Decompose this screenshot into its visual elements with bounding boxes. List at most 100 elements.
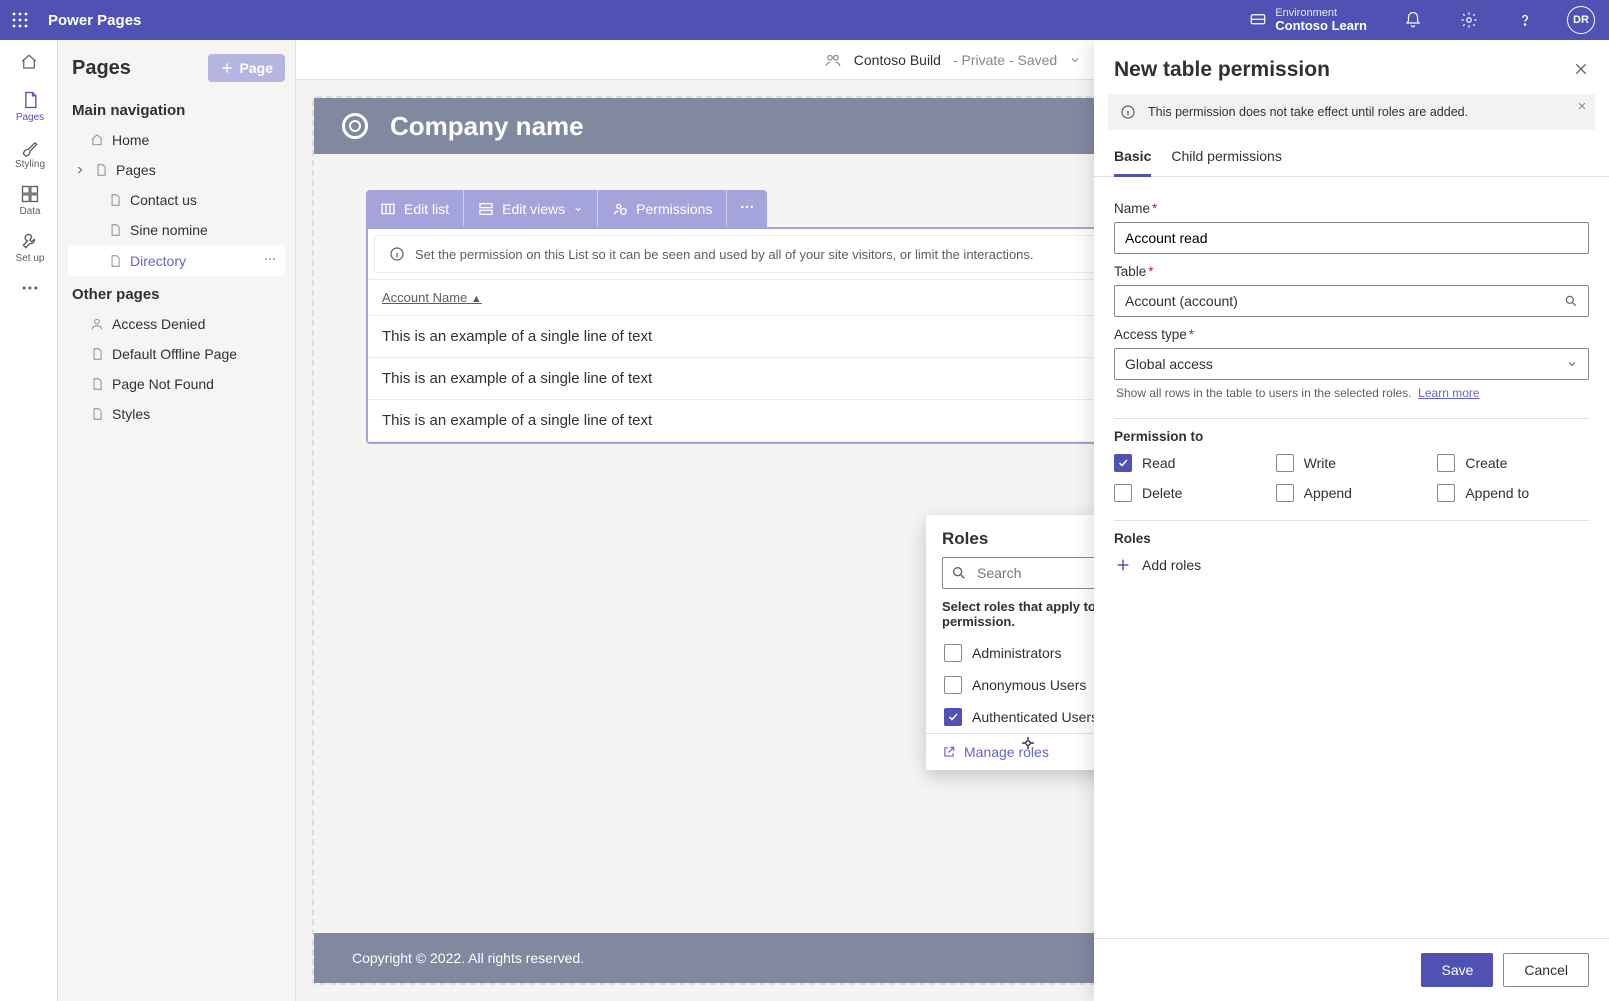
learn-more-link[interactable]: Learn more [1418, 386, 1479, 400]
tree-item-directory[interactable]: Directory [68, 245, 285, 276]
rail-home[interactable] [0, 44, 57, 80]
tree-label: Access Denied [112, 316, 205, 332]
tree-item-sine[interactable]: Sine nomine [68, 215, 285, 245]
tree-label: Contact us [130, 192, 197, 208]
perm-label: Delete [1142, 485, 1182, 501]
bell-icon [1404, 11, 1422, 29]
name-input[interactable] [1114, 222, 1589, 254]
tree-item-home[interactable]: Home [68, 125, 285, 155]
environment-name: Contoso Learn [1275, 19, 1367, 33]
rail-styling[interactable]: Styling [0, 129, 57, 174]
tree-item-pages[interactable]: Pages [68, 155, 285, 185]
tree-item-access-denied[interactable]: Access Denied [68, 309, 285, 339]
user-avatar[interactable]: DR [1567, 6, 1595, 34]
environment-label: Environment [1275, 7, 1367, 19]
page-icon [108, 254, 122, 268]
add-page-button[interactable]: Page [208, 54, 285, 82]
group-main-nav: Main navigation [68, 92, 285, 125]
rail-data[interactable]: Data [0, 176, 57, 221]
perm-read[interactable]: Read [1114, 454, 1266, 472]
tree-item-offline[interactable]: Default Offline Page [68, 339, 285, 369]
page-icon [90, 347, 104, 361]
perm-create[interactable]: Create [1437, 454, 1589, 472]
banner-dismiss[interactable] [1577, 100, 1587, 114]
btn-label: Edit list [404, 201, 449, 217]
add-page-label: Page [240, 60, 273, 76]
tree-item-contact[interactable]: Contact us [68, 185, 285, 215]
rail-setup[interactable]: Set up [0, 223, 57, 268]
site-logo-icon [342, 113, 368, 139]
site-group-icon [824, 51, 842, 69]
checkbox[interactable] [1114, 484, 1132, 502]
add-roles-button[interactable]: Add roles [1114, 556, 1589, 574]
table-lookup[interactable]: Account (account) [1114, 285, 1589, 317]
tree-item-more[interactable] [263, 252, 277, 269]
perm-append[interactable]: Append [1276, 484, 1428, 502]
footer-text: Copyright © 2022. All rights reserved. [352, 950, 584, 966]
access-type-hint: Show all rows in the table to users in t… [1114, 380, 1589, 400]
tree-label: Directory [130, 253, 186, 269]
chevron-down-icon [1069, 54, 1081, 66]
banner-text: This permission does not take effect unt… [1148, 105, 1468, 119]
help-button[interactable] [1505, 0, 1545, 40]
panel-info-banner: This permission does not take effect unt… [1108, 94, 1595, 130]
gear-icon [1460, 11, 1478, 29]
access-type-select[interactable]: Global access [1114, 348, 1589, 380]
checkbox[interactable] [1276, 484, 1294, 502]
home-icon [90, 133, 104, 147]
rail-pages[interactable]: Pages [0, 82, 57, 127]
perm-write[interactable]: Write [1276, 454, 1428, 472]
waffle-icon [12, 12, 28, 28]
checkbox[interactable] [1437, 454, 1455, 472]
edit-list-button[interactable]: Edit list [366, 192, 463, 226]
rail-more[interactable] [0, 270, 57, 304]
tab-child-permissions[interactable]: Child permissions [1171, 142, 1281, 176]
panel-close[interactable] [1573, 61, 1589, 80]
close-icon [1577, 101, 1587, 111]
tree-label: Styles [112, 406, 150, 422]
user-icon [90, 317, 104, 331]
perm-delete[interactable]: Delete [1114, 484, 1266, 502]
perm-appendto[interactable]: Append to [1437, 484, 1589, 502]
tree-label: Sine nomine [130, 222, 208, 238]
tab-basic[interactable]: Basic [1114, 142, 1151, 177]
toolbar-more[interactable] [727, 190, 767, 227]
cancel-button[interactable]: Cancel [1503, 953, 1589, 987]
role-label: Administrators [972, 645, 1061, 661]
save-button[interactable]: Save [1421, 953, 1493, 987]
tree-label: Page Not Found [112, 376, 214, 392]
checkbox[interactable] [1437, 484, 1455, 502]
more-icon [263, 252, 277, 266]
tree-item-styles[interactable]: Styles [68, 399, 285, 429]
chevron-right-icon [74, 165, 86, 175]
col-label: Account Name [382, 290, 467, 305]
btn-label: Edit views [502, 201, 565, 217]
list-icon [380, 201, 396, 217]
checkbox[interactable] [1276, 454, 1294, 472]
checkmark-icon [947, 711, 959, 723]
checkbox[interactable] [944, 644, 962, 662]
views-icon [478, 201, 494, 217]
page-icon [90, 407, 104, 421]
tree-label: Default Offline Page [112, 346, 237, 362]
tab-label: Child permissions [1171, 148, 1281, 164]
checkbox[interactable] [944, 708, 962, 726]
rail-data-label: Data [19, 206, 40, 217]
plus-icon [220, 61, 234, 75]
edit-views-button[interactable]: Edit views [464, 192, 597, 226]
info-icon [389, 246, 405, 262]
environment-picker[interactable]: Environment Contoso Learn [1239, 7, 1377, 33]
permissions-button[interactable]: Permissions [598, 192, 726, 226]
settings-button[interactable] [1449, 0, 1489, 40]
info-icon [1120, 104, 1136, 120]
app-launcher[interactable] [8, 8, 32, 32]
checkbox[interactable] [1114, 454, 1132, 472]
plus-icon [1114, 556, 1132, 574]
table-permission-panel: New table permission This permission doe… [1094, 40, 1609, 1001]
checkbox[interactable] [944, 676, 962, 694]
notifications-button[interactable] [1393, 0, 1433, 40]
role-label: Authenticated Users [972, 709, 1098, 725]
tab-label: Basic [1114, 148, 1151, 164]
tree-label: Pages [116, 162, 156, 178]
tree-item-notfound[interactable]: Page Not Found [68, 369, 285, 399]
